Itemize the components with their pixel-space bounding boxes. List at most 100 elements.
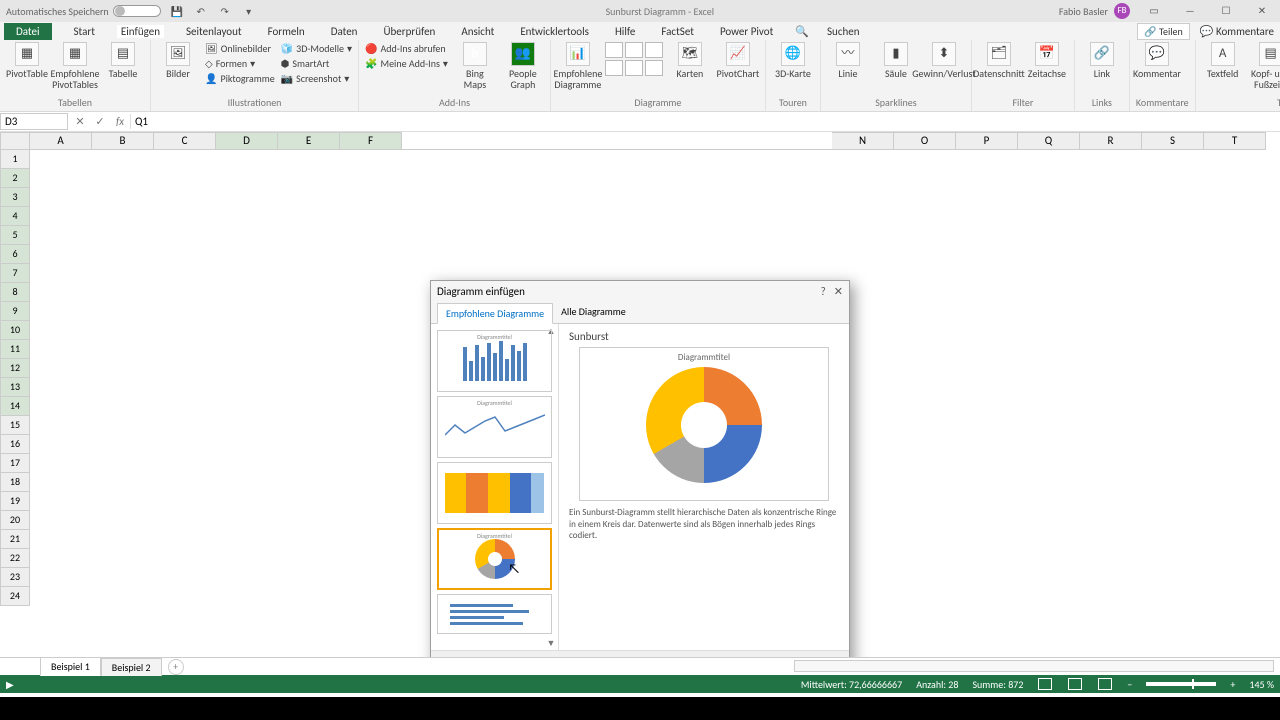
col-P[interactable]: P: [956, 132, 1018, 150]
tab-factset[interactable]: FactSet: [657, 25, 698, 38]
3dmodels-button[interactable]: 🧊 3D-Modelle ▾: [281, 42, 352, 55]
col-C[interactable]: C: [154, 132, 216, 150]
col-B[interactable]: B: [92, 132, 154, 150]
row-24[interactable]: 24: [0, 587, 30, 606]
sheet-beispiel2[interactable]: Beispiel 2: [101, 658, 162, 676]
thumb-line[interactable]: Diagrammtitel: [437, 396, 552, 458]
row-21[interactable]: 21: [0, 530, 30, 549]
row-19[interactable]: 19: [0, 492, 30, 511]
row-9[interactable]: 9: [0, 302, 30, 321]
thumb-sunburst[interactable]: Diagrammtitel: [437, 528, 552, 590]
cancel-fx-icon[interactable]: ✕: [70, 115, 90, 128]
row-13[interactable]: 13: [0, 378, 30, 397]
enter-fx-icon[interactable]: ✓: [90, 115, 110, 128]
tab-start[interactable]: Start: [70, 25, 99, 38]
col-N[interactable]: N: [832, 132, 894, 150]
row-14[interactable]: 14: [0, 397, 30, 416]
fx-icon[interactable]: fx: [110, 115, 130, 128]
formen-button[interactable]: ◇ Formen ▾: [205, 57, 275, 70]
row-7[interactable]: 7: [0, 264, 30, 283]
thumb-scroll-down[interactable]: ▼: [546, 638, 556, 648]
undo-icon[interactable]: ↶: [193, 3, 209, 19]
save-icon[interactable]: 💾: [169, 3, 185, 19]
tab-hilfe[interactable]: Hilfe: [611, 25, 639, 38]
timeline-button[interactable]: 📅Zeitachse: [1026, 42, 1068, 79]
tab-einfuegen[interactable]: Einfügen: [117, 25, 164, 38]
dialog-help-icon[interactable]: ?: [821, 285, 826, 298]
3dmap-button[interactable]: 🌐3D-Karte: [772, 42, 814, 79]
chart-gallery[interactable]: [605, 42, 663, 76]
col-T[interactable]: T: [1204, 132, 1266, 150]
tab-ansicht[interactable]: Ansicht: [457, 25, 498, 38]
row-1[interactable]: 1: [0, 150, 30, 169]
user-avatar[interactable]: FB: [1114, 3, 1130, 19]
row-5[interactable]: 5: [0, 226, 30, 245]
row-23[interactable]: 23: [0, 568, 30, 587]
bing-maps-button[interactable]: bBing Maps: [454, 42, 496, 90]
autosave-toggle[interactable]: [113, 5, 161, 17]
col-F[interactable]: F: [340, 132, 402, 150]
tab-entwicklertools[interactable]: Entwicklertools: [516, 25, 593, 38]
tab-formeln[interactable]: Formeln: [264, 25, 309, 38]
view-normal-icon[interactable]: [1038, 678, 1052, 690]
row-22[interactable]: 22: [0, 549, 30, 568]
link-button[interactable]: 🔗Link: [1081, 42, 1123, 79]
recommended-charts-button[interactable]: 📊Empfohlene Diagramme: [557, 42, 599, 90]
record-macro-icon[interactable]: ▶: [6, 678, 14, 691]
kopf-fuss-button[interactable]: ▤Kopf- und Fußzeile: [1250, 42, 1280, 90]
textfeld-button[interactable]: ATextfeld: [1202, 42, 1244, 79]
pivotchart-button[interactable]: 📈PivotChart: [717, 42, 759, 79]
maximize-icon[interactable]: ☐: [1208, 0, 1244, 22]
row-15[interactable]: 15: [0, 416, 30, 435]
col-D[interactable]: D: [216, 132, 278, 150]
name-box[interactable]: D3: [0, 113, 68, 130]
row-4[interactable]: 4: [0, 207, 30, 226]
smartart-button[interactable]: ⬢ SmartArt: [281, 57, 352, 70]
row-6[interactable]: 6: [0, 245, 30, 264]
zoom-in-icon[interactable]: +: [1230, 678, 1235, 691]
close-icon[interactable]: ✕: [1244, 0, 1280, 22]
comments-button[interactable]: 💬 Kommentare: [1200, 25, 1274, 38]
sparkline-line-button[interactable]: 〰Linie: [827, 42, 869, 79]
worksheet-grid[interactable]: A B C D E F N O P Q R S T 12345678910111…: [0, 132, 1280, 657]
row-18[interactable]: 18: [0, 473, 30, 492]
sheet-beispiel1[interactable]: Beispiel 1: [40, 657, 101, 676]
get-addins-button[interactable]: 🔴 Add-Ins abrufen: [365, 42, 448, 55]
add-sheet-button[interactable]: +: [168, 659, 184, 675]
customize-qa-icon[interactable]: ▾: [241, 3, 257, 19]
row-20[interactable]: 20: [0, 511, 30, 530]
tab-seitenlayout[interactable]: Seitenlayout: [182, 25, 246, 38]
formula-input[interactable]: Q1: [130, 114, 1280, 129]
dialog-close-icon[interactable]: ✕: [834, 285, 843, 298]
row-10[interactable]: 10: [0, 321, 30, 340]
kommentar-button[interactable]: 💬Kommentar: [1136, 42, 1178, 79]
maps-button[interactable]: 🗺Karten: [669, 42, 711, 79]
row-2[interactable]: 2: [0, 169, 30, 188]
tab-daten[interactable]: Daten: [327, 25, 362, 38]
row-12[interactable]: 12: [0, 359, 30, 378]
col-R[interactable]: R: [1080, 132, 1142, 150]
col-O[interactable]: O: [894, 132, 956, 150]
share-button[interactable]: 🔗 Teilen: [1137, 23, 1190, 40]
dialog-tab-recommended[interactable]: Empfohlene Diagramme: [437, 303, 553, 324]
dialog-tab-all[interactable]: Alle Diagramme: [553, 302, 634, 323]
col-A[interactable]: A: [30, 132, 92, 150]
table-button[interactable]: ▤Tabelle: [102, 42, 144, 79]
zoom-level[interactable]: 145 %: [1249, 678, 1274, 691]
row-8[interactable]: 8: [0, 283, 30, 302]
minimize-icon[interactable]: —: [1172, 0, 1208, 22]
tab-powerpivot[interactable]: Power Pivot: [716, 25, 777, 38]
search-label[interactable]: Suchen: [827, 25, 860, 38]
view-pagelayout-icon[interactable]: [1068, 678, 1082, 690]
thumb-treemap[interactable]: [437, 462, 552, 524]
pivottable-button[interactable]: ▦PivotTable: [6, 42, 48, 79]
ribbon-options-icon[interactable]: ▭: [1136, 0, 1172, 22]
row-16[interactable]: 16: [0, 435, 30, 454]
thumb-clustered-column[interactable]: Diagrammtitel: [437, 330, 552, 392]
zoom-slider[interactable]: [1146, 682, 1216, 686]
tab-datei[interactable]: Datei: [4, 23, 52, 40]
zoom-out-icon[interactable]: −: [1127, 678, 1132, 691]
col-S[interactable]: S: [1142, 132, 1204, 150]
bilder-button[interactable]: 🖼Bilder: [157, 42, 199, 79]
tab-ueberpruefen[interactable]: Überprüfen: [379, 25, 439, 38]
